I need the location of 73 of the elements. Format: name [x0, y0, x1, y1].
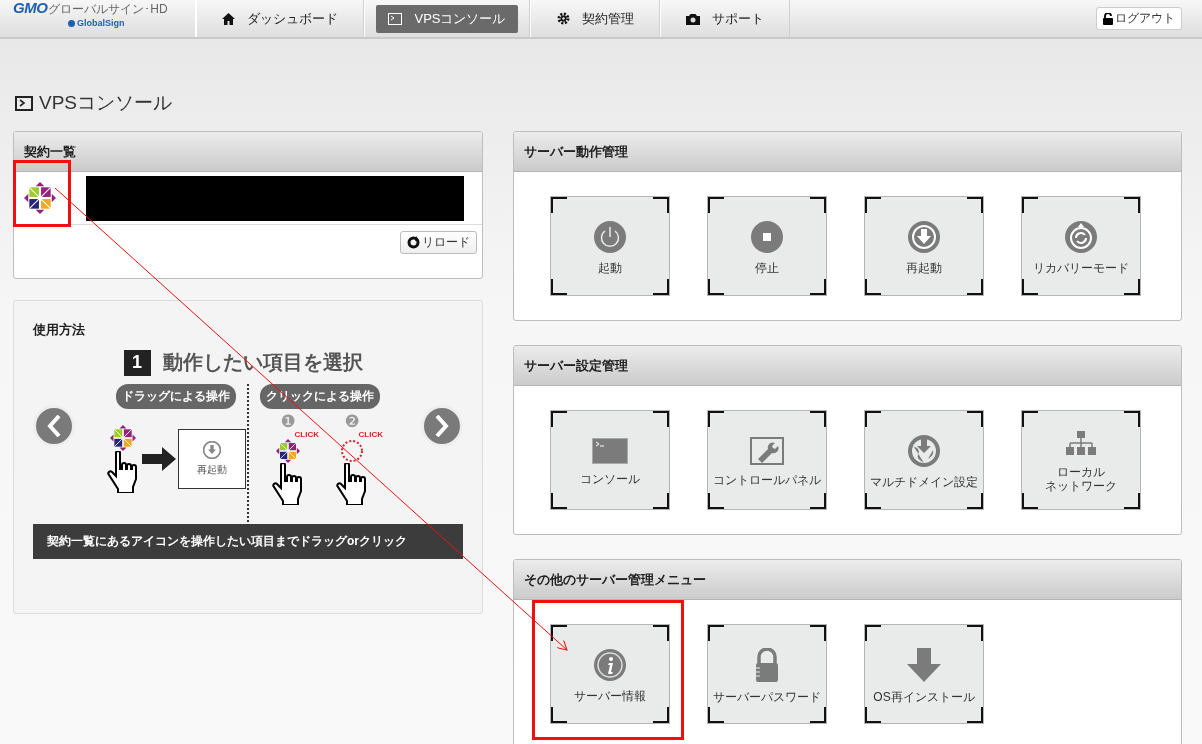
- info-icon: [594, 648, 626, 681]
- padlock-icon: [754, 647, 780, 682]
- right-arrow-icon: [142, 447, 176, 471]
- tile-label: 停止: [755, 260, 779, 276]
- home-icon: [222, 12, 235, 25]
- menu-tile[interactable]: 再起動: [864, 196, 984, 296]
- tile-label: コンソール: [580, 471, 640, 487]
- click-label: CLICK: [294, 430, 319, 439]
- menu-tile[interactable]: マルチドメイン設定: [864, 410, 984, 510]
- menu-tile[interactable]: サーバー情報: [550, 624, 670, 724]
- reload-button[interactable]: リロード: [400, 231, 477, 254]
- panel-title: 契約一覧: [14, 132, 482, 172]
- hand-cursor-icon: [271, 463, 305, 505]
- menu-tile[interactable]: 停止: [707, 196, 827, 296]
- menu-tile[interactable]: 起動: [550, 196, 670, 296]
- hand-cursor-icon: [335, 463, 369, 505]
- terminal-icon: [388, 12, 403, 25]
- menu-tile[interactable]: サーバーパスワード: [707, 624, 827, 724]
- usage-title: 使用方法: [33, 321, 86, 339]
- company-logo[interactable]: GMOグローバルサイン･HD GlobalSign: [0, 0, 196, 37]
- pinwheel-icon: [276, 439, 300, 463]
- step-number: ❶: [280, 413, 296, 430]
- panel-title: サーバー動作管理: [514, 132, 1181, 172]
- tile-label: 起動: [598, 260, 622, 276]
- next-button[interactable]: [421, 405, 463, 447]
- panel-title: その他のサーバー管理メニュー: [514, 560, 1181, 600]
- previous-button[interactable]: [33, 405, 75, 447]
- nav-tab[interactable]: ダッシュボード: [196, 0, 364, 37]
- padlock-icon: [1103, 12, 1113, 25]
- network-icon: [1065, 430, 1097, 457]
- logout-button[interactable]: ログアウト: [1096, 7, 1182, 30]
- page-title-text: VPSコンソール: [39, 91, 173, 115]
- click-label: CLICK: [358, 430, 383, 439]
- tile-label: サーバーパスワード: [713, 689, 821, 705]
- stop-icon: [751, 220, 783, 253]
- nav-tab[interactable]: サポート: [660, 0, 790, 37]
- highlight-frame: [13, 160, 71, 227]
- usage-caption: 契約一覧にあるアイコンを操作したい項目までドラッグorクリック: [33, 524, 463, 559]
- tile-label: 再起動: [197, 463, 227, 477]
- down-arrow-icon: [907, 647, 941, 682]
- chevron-left-icon: [47, 415, 61, 437]
- recovery-icon: [1065, 220, 1097, 253]
- tile-label: OS再インストール: [873, 689, 975, 705]
- step-number: 1: [123, 349, 151, 376]
- chevron-right-icon: [435, 415, 449, 437]
- terminal-window-icon: [592, 437, 628, 464]
- method-label: ドラッグによる操作: [116, 384, 236, 409]
- step-number: ❷: [344, 413, 360, 430]
- nav-tab[interactable]: 契約管理: [530, 0, 660, 37]
- menu-tile[interactable]: リカバリーモード: [1021, 196, 1141, 296]
- hand-cursor-icon: [106, 451, 140, 493]
- camera-icon: [686, 12, 700, 25]
- tile-label: 再起動: [906, 260, 942, 276]
- menu-tile[interactable]: コントロールパネル: [707, 410, 827, 510]
- power-icon: [594, 220, 626, 253]
- tile-label: リカバリーモード: [1033, 260, 1129, 276]
- method-label: クリックによる操作: [260, 384, 380, 409]
- terminal-icon: [15, 95, 33, 111]
- pinwheel-icon: [110, 425, 136, 451]
- gear-icon: [556, 12, 570, 25]
- menu-tile[interactable]: ローカル ネットワーク: [1021, 410, 1141, 510]
- globe-icon: [908, 434, 940, 467]
- refresh-icon: [407, 236, 420, 249]
- tile-label: サーバー情報: [574, 688, 646, 704]
- wrench-icon: [750, 436, 784, 465]
- tile-label: マルチドメイン設定: [870, 474, 978, 490]
- tile-label: ローカル ネットワーク: [1045, 464, 1117, 494]
- menu-tile[interactable]: コンソール: [550, 410, 670, 510]
- menu-tile[interactable]: OS再インストール: [864, 624, 984, 724]
- tile-label: コントロールパネル: [713, 472, 821, 488]
- panel-title: サーバー設定管理: [514, 346, 1181, 386]
- download-circle-icon: [908, 220, 940, 253]
- pinwheel-icon: [24, 182, 56, 214]
